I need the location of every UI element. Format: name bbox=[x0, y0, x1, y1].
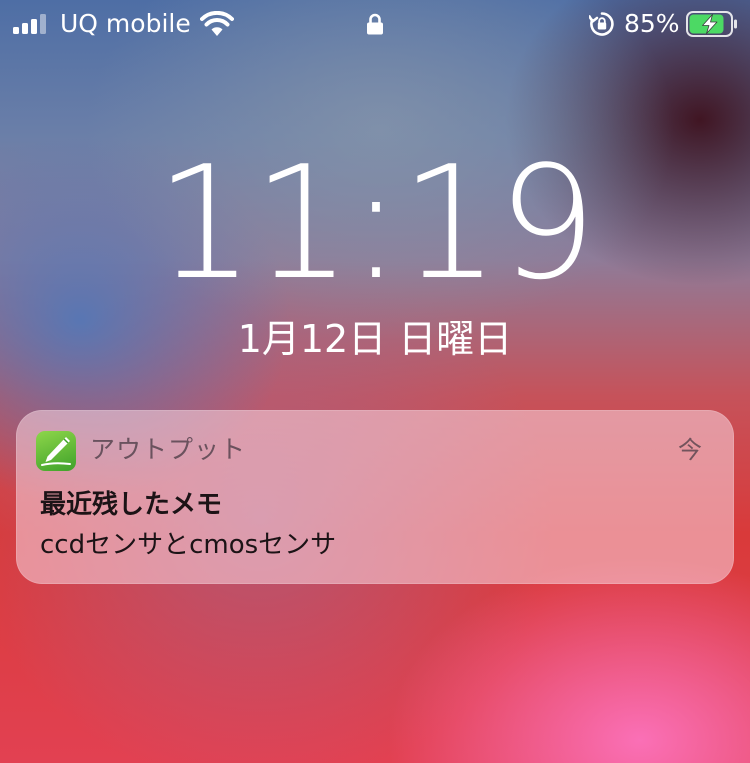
signal-bars-icon bbox=[13, 14, 49, 34]
battery-percentage: 85% bbox=[624, 9, 680, 38]
lock-icon bbox=[367, 13, 383, 35]
lock-screen-date: 1月12日 日曜日 bbox=[237, 317, 513, 361]
carrier-name: UQ mobile bbox=[60, 9, 191, 38]
lock-screen-wallpaper bbox=[0, 0, 750, 763]
status-bar: UQ mobile 85% bbox=[0, 0, 750, 50]
pen-app-icon bbox=[36, 431, 76, 471]
notification-body: ccdセンサとcmosセンサ bbox=[40, 530, 337, 560]
battery-charging-icon bbox=[686, 11, 737, 37]
notification-app-name: アウトプット bbox=[90, 435, 247, 464]
wifi-icon bbox=[200, 11, 234, 36]
notification-timestamp: 今 bbox=[678, 436, 702, 464]
notification-title: 最近残したメモ bbox=[40, 490, 223, 520]
notification-card[interactable]: アウトプット 今 最近残したメモ ccdセンサとcmosセンサ bbox=[16, 410, 734, 584]
rotation-lock-icon bbox=[589, 12, 614, 36]
lock-screen-time: 11:19 bbox=[155, 132, 597, 314]
